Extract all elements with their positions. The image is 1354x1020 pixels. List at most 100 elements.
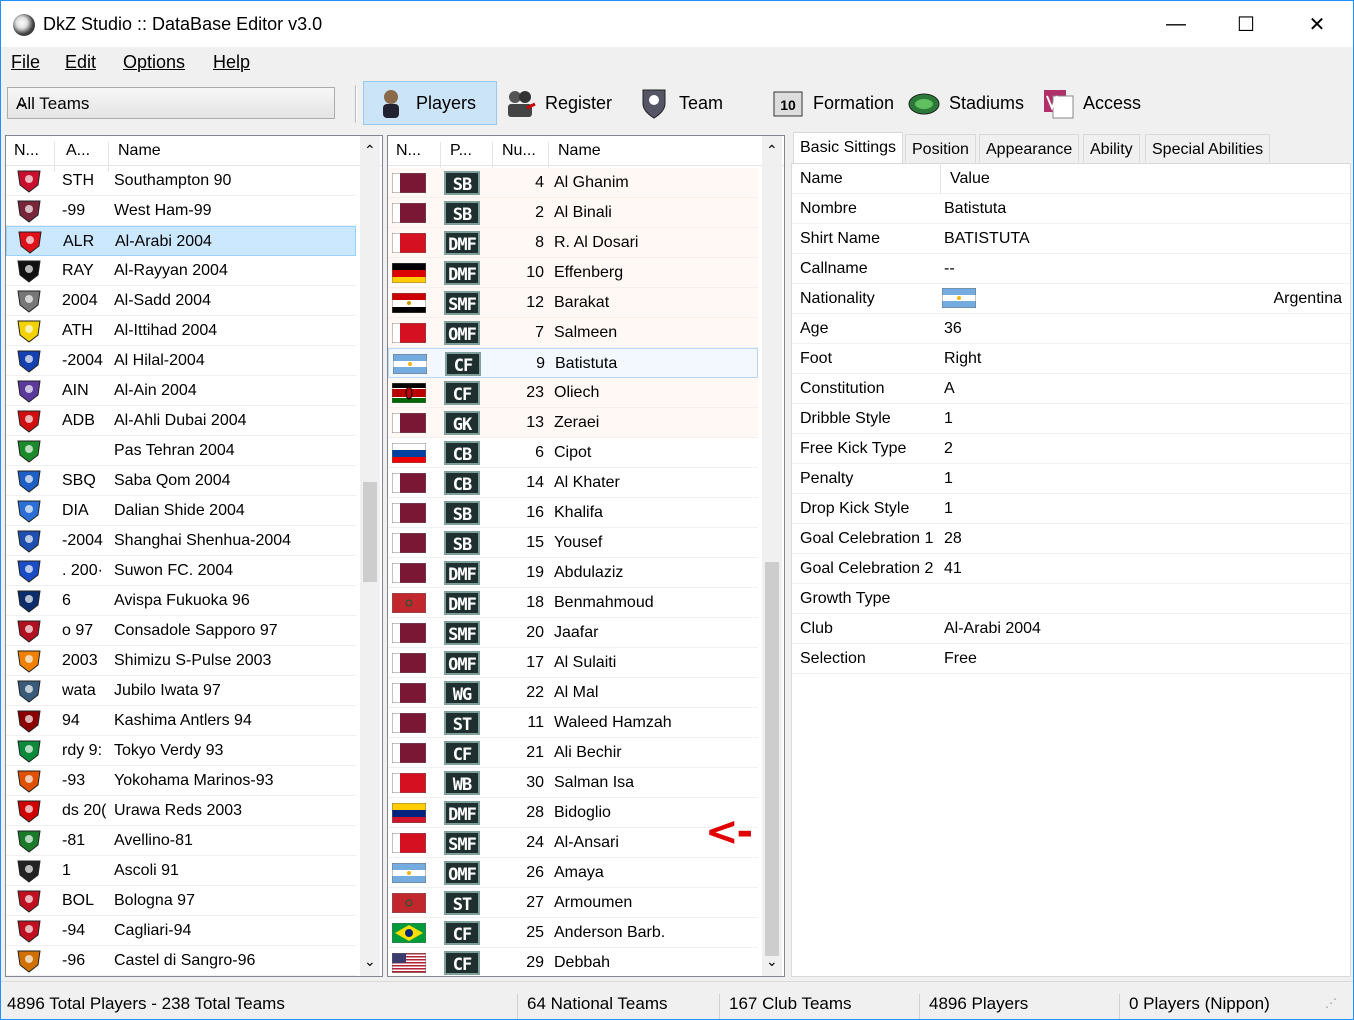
player-row[interactable]: OMF 26 Amaya: [388, 858, 758, 888]
player-row[interactable]: CF 23 Oliech: [388, 378, 758, 408]
players-col-nation[interactable]: N...: [396, 142, 421, 160]
close-button[interactable]: ✕: [1282, 1, 1352, 47]
register-button[interactable]: Register: [503, 81, 612, 125]
minimize-button[interactable]: —: [1141, 1, 1211, 47]
property-value[interactable]: Right: [944, 350, 981, 368]
player-row[interactable]: WG 22 Al Mal: [388, 678, 758, 708]
teams-scroll-thumb[interactable]: [363, 482, 377, 582]
property-value[interactable]: Free: [944, 650, 977, 668]
property-row[interactable]: Club Al-Arabi 2004: [792, 614, 1350, 644]
resize-grip-icon[interactable]: ⋰: [1325, 996, 1337, 1010]
property-value[interactable]: Batistuta: [944, 200, 1006, 218]
player-row[interactable]: SB 4 Al Ghanim: [388, 168, 758, 198]
team-row[interactable]: -81 Avellino-81: [6, 826, 356, 856]
team-row[interactable]: 2003 Shimizu S-Pulse 2003: [6, 646, 356, 676]
player-row[interactable]: ST 11 Waleed Hamzah: [388, 708, 758, 738]
property-row[interactable]: Shirt Name BATISTUTA: [792, 224, 1350, 254]
tab-basic-sittings[interactable]: Basic Sittings: [793, 132, 904, 164]
teams-col-name[interactable]: Name: [118, 142, 161, 160]
team-button[interactable]: Team: [637, 81, 723, 125]
scroll-up-icon[interactable]: ⌃: [766, 142, 778, 159]
player-row[interactable]: ST 27 Armoumen: [388, 888, 758, 918]
team-row[interactable]: 1 Ascoli 91: [6, 856, 356, 886]
property-row[interactable]: Dribble Style 1: [792, 404, 1350, 434]
teams-list[interactable]: N... A... Name STH Southampton 90 -99 West …: [5, 135, 383, 977]
player-row[interactable]: CB 14 Al Khater: [388, 468, 758, 498]
formation-button[interactable]: 10 Formation: [771, 81, 894, 125]
stadiums-button[interactable]: Stadiums: [907, 81, 1024, 125]
property-row[interactable]: Drop Kick Style 1: [792, 494, 1350, 524]
property-row[interactable]: Free Kick Type 2: [792, 434, 1350, 464]
property-grid[interactable]: Name Value Nombre Batistuta Shirt Name BATI…: [791, 163, 1351, 977]
tab-appearance[interactable]: Appearance: [979, 134, 1080, 162]
team-row[interactable]: ADB Al-Ahli Dubai 2004: [6, 406, 356, 436]
player-row[interactable]: CF 9 Batistuta: [388, 348, 758, 378]
player-row[interactable]: SB 15 Yousef: [388, 528, 758, 558]
menu-help[interactable]: Help: [213, 52, 250, 73]
team-row[interactable]: 94 Kashima Antlers 94: [6, 706, 356, 736]
teams-col-nation[interactable]: N...: [14, 142, 39, 160]
player-row[interactable]: SMF 12 Barakat: [388, 288, 758, 318]
team-row[interactable]: -96 Castel di Sangro-96: [6, 946, 356, 976]
team-row[interactable]: ATH Al-Ittihad 2004: [6, 316, 356, 346]
team-row[interactable]: rdy 9: Tokyo Verdy 93: [6, 736, 356, 766]
players-button[interactable]: Players: [363, 81, 497, 125]
team-row[interactable]: -2004 Al Hilal-2004: [6, 346, 356, 376]
menu-edit[interactable]: Edit: [65, 52, 96, 73]
maximize-button[interactable]: ☐: [1211, 1, 1281, 47]
team-row[interactable]: Pas Tehran 2004: [6, 436, 356, 466]
player-row[interactable]: CF 29 Debbah: [388, 948, 758, 976]
player-row[interactable]: DMF 10 Effenberg: [388, 258, 758, 288]
menu-options[interactable]: Options: [123, 52, 185, 73]
property-row[interactable]: Penalty 1: [792, 464, 1350, 494]
team-row[interactable]: BOL Bologna 97: [6, 886, 356, 916]
players-col-name[interactable]: Name: [558, 142, 601, 160]
scroll-up-icon[interactable]: ⌃: [364, 142, 376, 159]
access-button[interactable]: Access: [1041, 81, 1141, 125]
property-row[interactable]: Nombre Batistuta: [792, 194, 1350, 224]
scroll-down-icon[interactable]: ⌄: [766, 953, 778, 970]
teams-scrollbar[interactable]: ⌃ ⌄: [360, 136, 380, 976]
player-row[interactable]: CF 21 Ali Bechir: [388, 738, 758, 768]
property-row[interactable]: Nationality Argentina: [792, 284, 1350, 314]
property-value[interactable]: 1: [944, 470, 953, 488]
team-row[interactable]: AIN Al-Ain 2004: [6, 376, 356, 406]
team-row[interactable]: SBQ Saba Qom 2004: [6, 466, 356, 496]
player-row[interactable]: DMF 8 R. Al Dosari: [388, 228, 758, 258]
player-row[interactable]: SB 16 Khalifa: [388, 498, 758, 528]
team-row[interactable]: STH Southampton 90: [6, 166, 356, 196]
property-value[interactable]: Al-Arabi 2004: [944, 620, 1041, 638]
property-row[interactable]: Age 36: [792, 314, 1350, 344]
player-row[interactable]: WB 30 Salman Isa: [388, 768, 758, 798]
property-value[interactable]: 2: [944, 440, 953, 458]
tab-position[interactable]: Position: [905, 134, 976, 162]
property-value[interactable]: --: [944, 260, 955, 278]
player-row[interactable]: CF 25 Anderson Barb.: [388, 918, 758, 948]
player-row[interactable]: SMF 24 Al-Ansari: [388, 828, 758, 858]
player-row[interactable]: CB 6 Cipot: [388, 438, 758, 468]
team-filter-select[interactable]: All Teams ⌄: [7, 87, 335, 119]
team-row[interactable]: ds 20(Urawa Reds 2003: [6, 796, 356, 826]
property-row[interactable]: Foot Right: [792, 344, 1350, 374]
player-row[interactable]: DMF 18 Benmahmoud: [388, 588, 758, 618]
property-value[interactable]: 1: [944, 410, 953, 428]
tab-ability[interactable]: Ability: [1083, 134, 1140, 162]
team-row[interactable]: DIA Dalian Shide 2004: [6, 496, 356, 526]
team-row[interactable]: 6 Avispa Fukuoka 96: [6, 586, 356, 616]
team-row[interactable]: -2004 Shanghai Shenhua-2004: [6, 526, 356, 556]
player-row[interactable]: OMF 17 Al Sulaiti: [388, 648, 758, 678]
players-scrollbar[interactable]: ⌃ ⌄: [762, 136, 782, 976]
property-value[interactable]: A: [944, 380, 955, 398]
property-row[interactable]: Growth Type: [792, 584, 1350, 614]
player-row[interactable]: SB 2 Al Binali: [388, 198, 758, 228]
team-row[interactable]: 2004 Al-Sadd 2004: [6, 286, 356, 316]
player-row[interactable]: GK 13 Zeraei: [388, 408, 758, 438]
property-value[interactable]: 1: [944, 500, 953, 518]
teams-col-abbr[interactable]: A...: [66, 142, 90, 160]
property-value[interactable]: 36: [944, 320, 962, 338]
team-row[interactable]: ALR Al-Arabi 2004: [6, 226, 356, 256]
scroll-down-icon[interactable]: ⌄: [364, 953, 376, 970]
team-row[interactable]: RAY Al-Rayyan 2004: [6, 256, 356, 286]
property-value[interactable]: 41: [944, 560, 962, 578]
menu-file[interactable]: File: [11, 52, 40, 73]
